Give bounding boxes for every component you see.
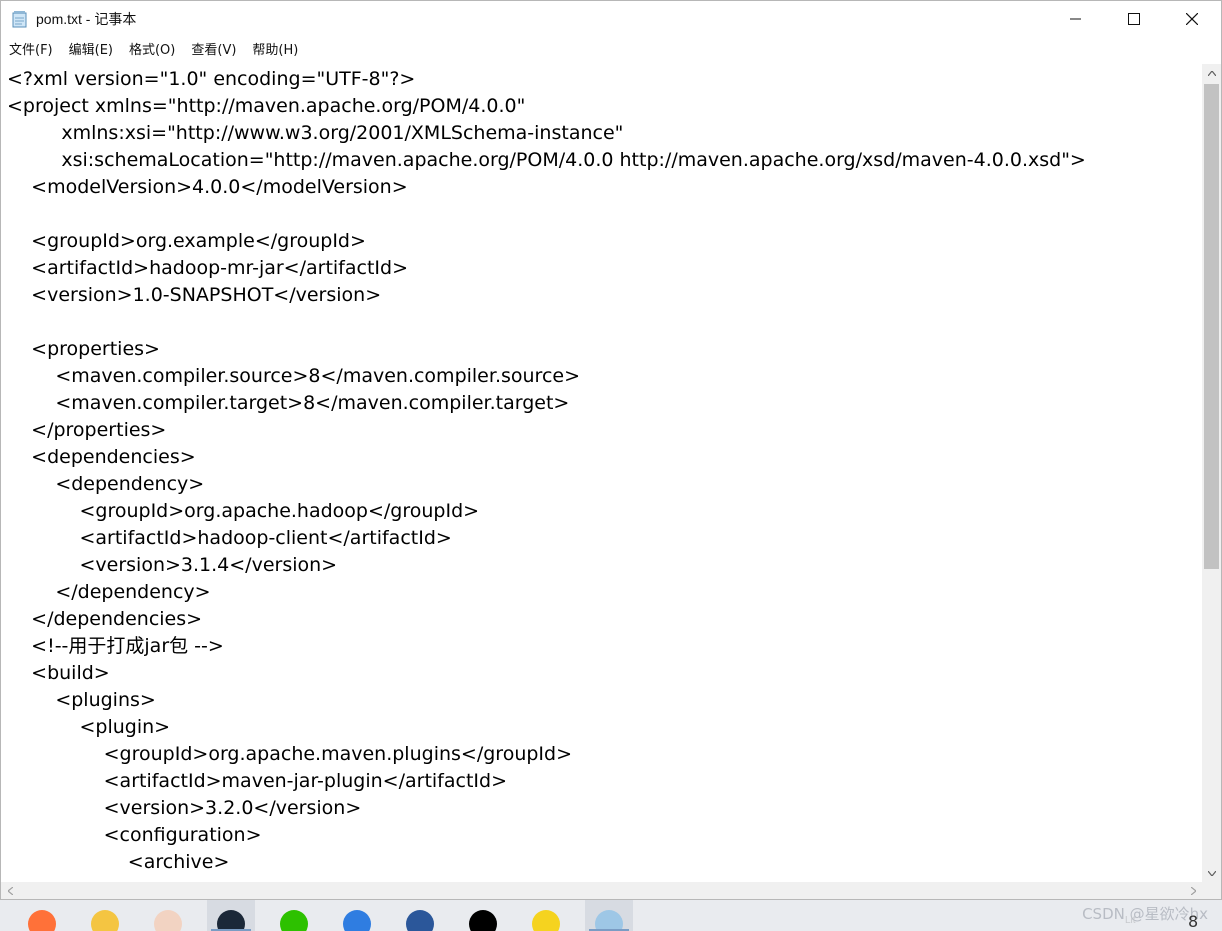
editor-line: <groupId>org.apache.hadoop</groupId> <box>7 500 480 522</box>
chevron-left-icon <box>7 887 13 895</box>
editor-line: <maven.compiler.target>8</maven.compiler… <box>7 392 570 414</box>
close-button[interactable] <box>1163 1 1221 37</box>
language-indicator: Lit <box>1125 915 1136 926</box>
chevron-down-icon <box>1207 870 1216 876</box>
taskbar <box>0 900 1222 931</box>
editor-line: <version>1.0-SNAPSHOT</version> <box>7 284 382 306</box>
editor-line: <dependency> <box>7 473 205 495</box>
chevron-up-icon <box>1207 70 1216 76</box>
editor-line: <archive> <box>7 851 230 873</box>
menu-help[interactable]: 帮助(H) <box>244 40 306 62</box>
maximize-button[interactable] <box>1105 1 1163 37</box>
taskbar-app[interactable] <box>333 900 381 931</box>
title-bar[interactable]: pom.txt - 记事本 <box>1 1 1221 37</box>
notepad-window: pom.txt - 记事本 文件(F) 编辑(E) 格式(O) 查看(V) 帮助… <box>0 0 1222 900</box>
editor-line: </dependencies> <box>7 608 203 630</box>
editor-line: <build> <box>7 662 110 684</box>
scroll-up-button[interactable] <box>1202 64 1221 82</box>
scrollbar-corner <box>1202 882 1221 899</box>
editor-line: <groupId>org.apache.maven.plugins</group… <box>7 743 572 765</box>
editor-content[interactable]: <?xml version="1.0" encoding="UTF-8"?> <p… <box>1 64 1201 876</box>
editor-line: <artifactId>hadoop-mr-jar</artifactId> <box>7 257 408 279</box>
editor-line: </properties> <box>7 419 167 441</box>
menu-file[interactable]: 文件(F) <box>1 40 61 62</box>
maximize-icon <box>1128 13 1140 25</box>
steam-icon <box>217 910 245 931</box>
taskbar-app[interactable] <box>585 900 633 931</box>
notepad-icon <box>595 910 623 931</box>
feishu-icon <box>343 910 371 931</box>
editor-line: <?xml version="1.0" encoding="UTF-8"?> <box>7 68 416 90</box>
editor-line: xsi:schemaLocation="http://maven.apache.… <box>7 149 1086 171</box>
editor-line: <artifactId>hadoop-client</artifactId> <box>7 527 452 549</box>
taskbar-app[interactable] <box>207 900 255 931</box>
taskbar-app[interactable] <box>396 900 444 931</box>
scroll-thumb[interactable] <box>1204 84 1219 569</box>
menu-bar: 文件(F) 编辑(E) 格式(O) 查看(V) 帮助(H) <box>1 39 1221 63</box>
minimize-icon <box>1070 18 1081 20</box>
menu-view[interactable]: 查看(V) <box>183 40 244 62</box>
firefox-icon <box>28 910 56 931</box>
editor-line: <plugin> <box>7 716 171 738</box>
app-yellow-icon <box>532 910 560 931</box>
editor-line: <properties> <box>7 338 160 360</box>
word-icon <box>406 910 434 931</box>
editor-line: <configuration> <box>7 824 262 846</box>
editor-line: </dependency> <box>7 581 211 603</box>
close-icon <box>1186 13 1198 25</box>
editor-line: xmlns:xsi="http://www.w3.org/2001/XMLSch… <box>7 122 624 144</box>
scroll-right-button[interactable] <box>1184 882 1202 899</box>
editor-line: <plugins> <box>7 689 156 711</box>
editor-line: <version>3.1.4</version> <box>7 554 338 576</box>
scroll-left-button[interactable] <box>1 882 19 899</box>
taskbar-app[interactable] <box>81 900 129 931</box>
taskbar-app[interactable] <box>270 900 318 931</box>
editor-line: <dependencies> <box>7 446 196 468</box>
editor-line: <artifactId>maven-jar-plugin</artifactId… <box>7 770 507 792</box>
editor-line: <groupId>org.example</groupId> <box>7 230 366 252</box>
scroll-down-button[interactable] <box>1202 864 1221 882</box>
wechat-icon <box>280 910 308 931</box>
editor-line: <!--用于打成jar包 --> <box>7 635 224 657</box>
intellij-icon <box>469 910 497 931</box>
menu-edit[interactable]: 编辑(E) <box>61 40 121 62</box>
editor-line: <maven.compiler.source>8</maven.compiler… <box>7 365 580 387</box>
taskbar-app[interactable] <box>18 900 66 931</box>
avatar-app-icon <box>154 910 182 931</box>
menu-format[interactable]: 格式(O) <box>121 40 183 62</box>
taskbar-app[interactable] <box>144 900 192 931</box>
horizontal-scrollbar[interactable] <box>1 882 1202 899</box>
chevron-right-icon <box>1190 887 1196 895</box>
text-editor[interactable]: <?xml version="1.0" encoding="UTF-8"?> <p… <box>1 64 1201 882</box>
file-explorer-icon <box>91 910 119 931</box>
editor-line: <project xmlns="http://maven.apache.org/… <box>7 95 526 117</box>
tray-glyph: 8 <box>1188 912 1199 931</box>
minimize-button[interactable] <box>1047 1 1105 37</box>
editor-line: <version>3.2.0</version> <box>7 797 362 819</box>
notepad-icon <box>12 10 28 28</box>
taskbar-app[interactable] <box>522 900 570 931</box>
taskbar-app[interactable] <box>459 900 507 931</box>
vertical-scrollbar[interactable] <box>1202 64 1221 882</box>
window-title: pom.txt - 记事本 <box>36 11 137 27</box>
editor-line: <modelVersion>4.0.0</modelVersion> <box>7 176 408 198</box>
